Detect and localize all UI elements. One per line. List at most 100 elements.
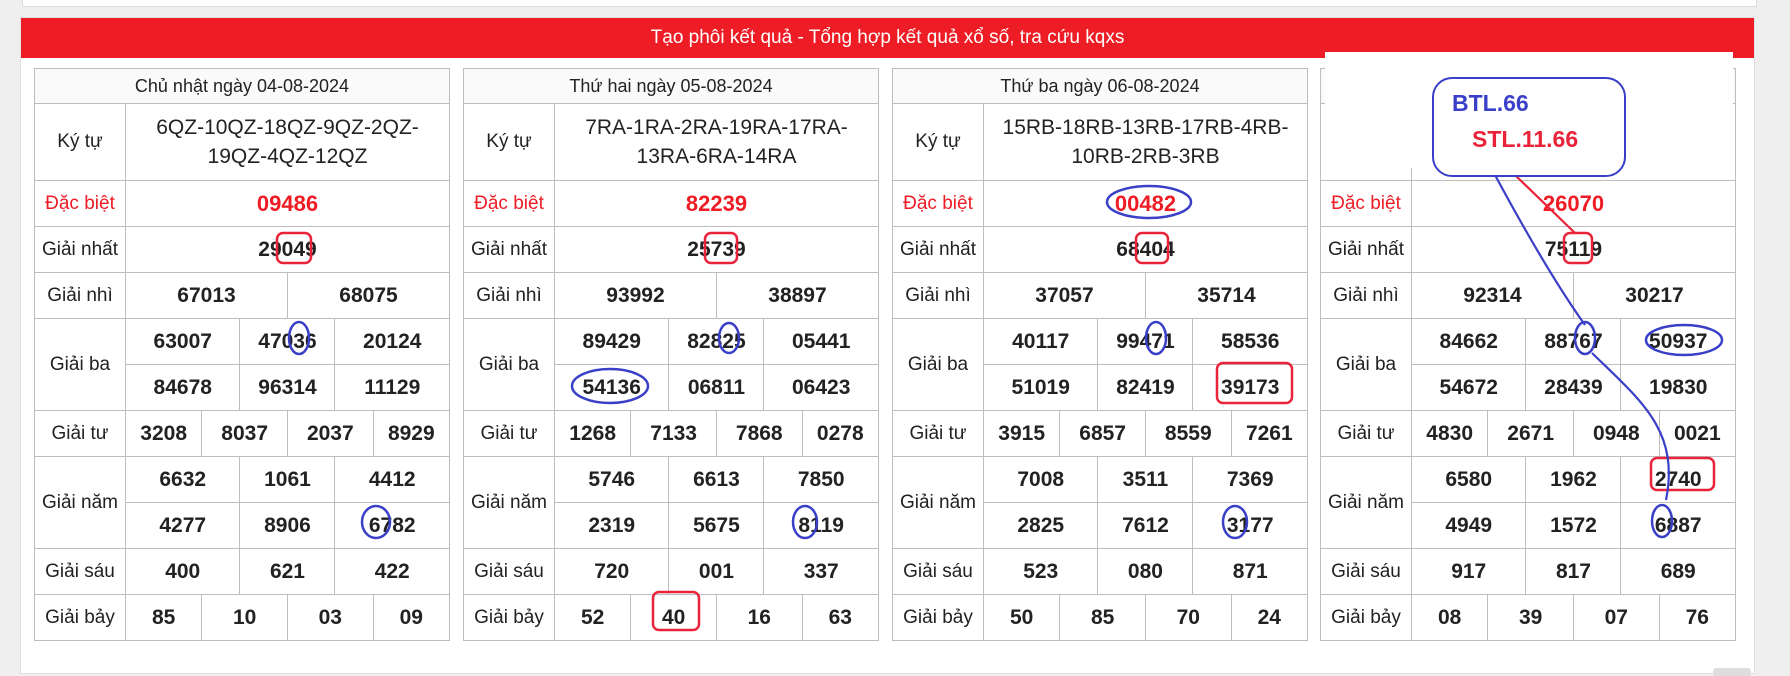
ticket-codes-line2: 13RA-6RA-14RA <box>636 145 797 168</box>
third-prize: 82419 <box>1097 364 1194 411</box>
third-prize: 39173 <box>1192 364 1308 411</box>
label-giai-bay: Giải bảy <box>1320 594 1412 641</box>
result-table-3: Thứ ba ngày 06-08-2024 Ký tự 15RB-18RB-13… <box>892 68 1309 641</box>
third-prize: 84678 <box>124 364 241 411</box>
label-giai-sau: Giải sáu <box>463 548 555 595</box>
ticket-codes-line2: 10RB-2RB-3RB <box>1071 145 1220 168</box>
fifth-prize: 2825 <box>982 502 1099 549</box>
sixth-prize: 422 <box>334 548 450 595</box>
seventh-prize: 39 <box>1487 594 1574 641</box>
second-prize: 92314 <box>1411 272 1574 319</box>
label-giai-ba: Giải ba <box>892 318 984 411</box>
seventh-prize: 07 <box>1572 594 1660 641</box>
label-giai-tu: Giải tư <box>463 410 555 457</box>
fifth-prize: 7369 <box>1192 456 1308 503</box>
label-giai-tu: Giải tư <box>34 410 126 457</box>
sixth-prize: 523 <box>982 548 1099 595</box>
seventh-prize: 76 <box>1658 594 1737 641</box>
fifth-prize: 1962 <box>1525 456 1622 503</box>
fourth-prize: 0948 <box>1572 410 1660 457</box>
second-prize: 93992 <box>554 272 717 319</box>
fifth-prize: 4412 <box>334 456 450 503</box>
label-giai-ba: Giải ba <box>1320 318 1412 411</box>
fifth-prize: 2740 <box>1620 456 1736 503</box>
third-prize: 06423 <box>763 364 879 411</box>
draw-date: Chủ nhật ngày 04-08-2024 <box>34 68 450 104</box>
sixth-prize: 871 <box>1192 548 1308 595</box>
third-prize: 47036 <box>239 318 336 365</box>
label-giai-bay: Giải bảy <box>34 594 126 641</box>
third-prize: 88767 <box>1525 318 1622 365</box>
label-giai-nam: Giải năm <box>34 456 126 549</box>
second-prize: 37057 <box>983 272 1146 319</box>
fifth-prize: 2319 <box>553 502 670 549</box>
fifth-prize: 3177 <box>1192 502 1308 549</box>
result-table-2: Thứ hai ngày 05-08-2024 Ký tự 7RA-1RA-2RA… <box>463 68 880 641</box>
special-prize: 26070 <box>1411 180 1736 227</box>
draw-date: Thứ ba ngày 06-08-2024 <box>892 68 1308 104</box>
third-prize: 51019 <box>982 364 1099 411</box>
ticket-codes-line2: 19QZ-4QZ-12QZ <box>207 145 368 168</box>
label-giai-tu: Giải tư <box>1320 410 1412 457</box>
sixth-prize: 621 <box>239 548 336 595</box>
label-giai-nhi: Giải nhì <box>34 272 126 319</box>
third-prize: 63007 <box>124 318 241 365</box>
label-giai-tu: Giải tư <box>892 410 984 457</box>
third-prize: 05441 <box>763 318 879 365</box>
seventh-prize: 10 <box>201 594 288 641</box>
label-giai-ba: Giải ba <box>463 318 555 411</box>
first-prize: 68404 <box>983 226 1308 273</box>
sixth-prize: 720 <box>553 548 670 595</box>
annotation-btl: BTL.66 <box>1452 90 1529 116</box>
fifth-prize: 6613 <box>668 456 765 503</box>
fifth-prize: 7008 <box>982 456 1099 503</box>
first-prize: 75119 <box>1411 226 1736 273</box>
draw-date: Thứ hai ngày 05-08-2024 <box>463 68 879 104</box>
fifth-prize: 5746 <box>553 456 670 503</box>
seventh-prize: 85 <box>1059 594 1146 641</box>
second-prize: 30217 <box>1572 272 1737 319</box>
seventh-prize: 70 <box>1144 594 1232 641</box>
second-prize: 38897 <box>715 272 880 319</box>
fourth-prize: 2671 <box>1487 410 1574 457</box>
sixth-prize: 817 <box>1525 548 1622 595</box>
label-giai-nhat: Giải nhất <box>463 226 555 273</box>
label-giai-bay: Giải bảy <box>463 594 555 641</box>
third-prize: 40117 <box>982 318 1099 365</box>
third-prize: 96314 <box>239 364 336 411</box>
scroll-handle[interactable] <box>1713 668 1751 676</box>
second-prize: 67013 <box>125 272 288 319</box>
fifth-prize: 4949 <box>1410 502 1527 549</box>
third-prize: 54672 <box>1410 364 1527 411</box>
third-prize: 28439 <box>1525 364 1622 411</box>
label-giai-nhat: Giải nhất <box>892 226 984 273</box>
fifth-prize: 6580 <box>1410 456 1527 503</box>
ticket-codes: 6QZ-10QZ-18QZ-9QZ-2QZ- 19QZ-4QZ-12QZ <box>125 103 450 181</box>
fourth-prize: 3208 <box>124 410 203 457</box>
third-prize: 19830 <box>1620 364 1736 411</box>
ticket-codes: 15RB-18RB-13RB-17RB-4RB- 10RB-2RB-3RB <box>983 103 1308 181</box>
label-giai-nam: Giải năm <box>1320 456 1412 549</box>
label-giai-sau: Giải sáu <box>892 548 984 595</box>
seventh-prize: 16 <box>715 594 803 641</box>
third-prize: 54136 <box>553 364 670 411</box>
seventh-prize: 52 <box>553 594 632 641</box>
special-prize: 00482 <box>983 180 1308 227</box>
seventh-prize: 08 <box>1410 594 1489 641</box>
fifth-prize: 4277 <box>124 502 241 549</box>
sixth-prize: 337 <box>763 548 879 595</box>
third-prize: 84662 <box>1410 318 1527 365</box>
label-dac-biet: Đặc biệt <box>463 180 555 227</box>
label-ky-tu: Ký tự <box>34 103 126 181</box>
result-table-1: Chủ nhật ngày 04-08-2024 Ký tự 6QZ-10QZ-1… <box>34 68 451 641</box>
ticket-codes-line1: 7RA-1RA-2RA-19RA-17RA- <box>585 116 848 139</box>
fourth-prize: 8037 <box>201 410 288 457</box>
label-giai-nhat: Giải nhất <box>34 226 126 273</box>
second-prize: 68075 <box>286 272 451 319</box>
fourth-prize: 7261 <box>1230 410 1309 457</box>
label-giai-nhat: Giải nhất <box>1320 226 1412 273</box>
third-prize: 11129 <box>334 364 450 411</box>
fourth-prize: 2037 <box>286 410 374 457</box>
third-prize: 99471 <box>1097 318 1194 365</box>
fifth-prize: 6632 <box>124 456 241 503</box>
